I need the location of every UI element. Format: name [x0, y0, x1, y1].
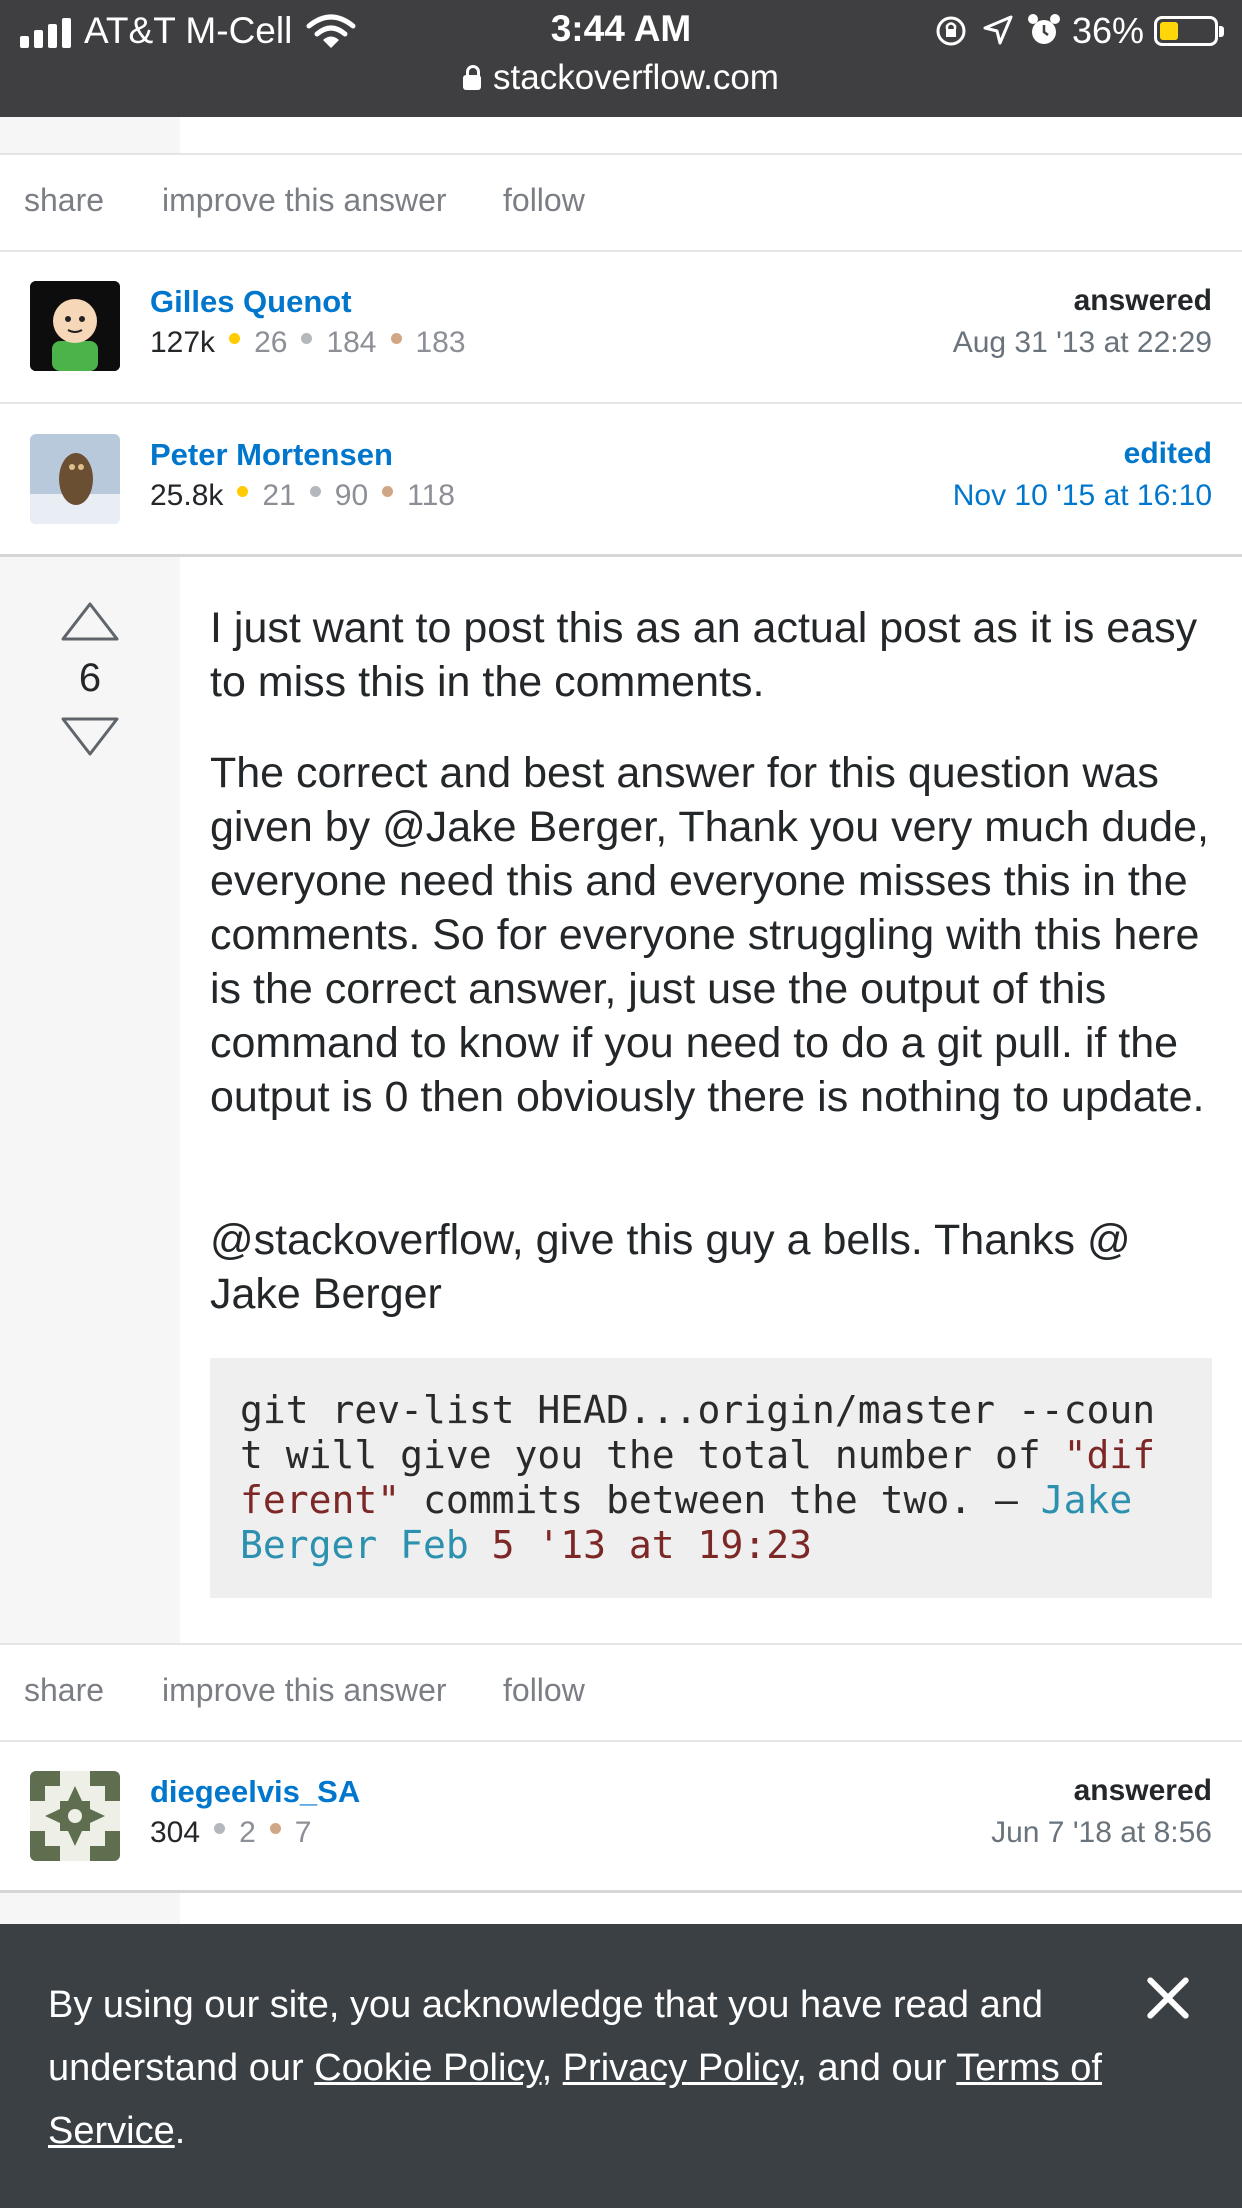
gold-badge-icon — [229, 333, 241, 344]
follow-link[interactable]: follow — [503, 1672, 585, 1709]
silver-badge-icon — [214, 1823, 226, 1834]
location-icon — [983, 15, 1013, 45]
reputation-score: 25.8k — [150, 479, 224, 512]
user-name-link[interactable]: Gilles Quenot — [150, 284, 352, 320]
battery-icon — [1154, 16, 1224, 46]
code-string: 5 '13 at 19:23 — [468, 1523, 812, 1567]
avatar-image — [30, 434, 120, 524]
divider — [0, 1740, 1242, 1742]
bronze-badge-count: 7 — [294, 1816, 312, 1849]
avatar[interactable] — [30, 434, 120, 524]
bronze-badge-count: 118 — [407, 479, 455, 512]
reputation-score: 127k — [150, 326, 216, 359]
code-keyword: Jake — [1040, 1478, 1133, 1522]
silver-badge-icon — [301, 333, 313, 344]
answer-separator — [0, 554, 1242, 557]
url-text: stackoverflow.com — [493, 58, 779, 97]
gold-badge-icon — [237, 486, 249, 497]
divider — [0, 1643, 1242, 1645]
silver-badge-count: 90 — [334, 479, 369, 512]
avatar-image — [30, 1771, 120, 1861]
downvote-arrow-icon[interactable] — [60, 716, 120, 758]
user-name-link[interactable]: diegeelvis_SA — [150, 1774, 360, 1810]
vote-column — [0, 117, 180, 153]
avatar-image — [30, 281, 120, 371]
user-name-link[interactable]: Peter Mortensen — [150, 437, 393, 473]
code-string: "dif — [1063, 1433, 1156, 1477]
bronze-badge-icon — [382, 486, 394, 497]
reputation-score: 304 — [150, 1816, 201, 1849]
cookie-notice: By using our site, you acknowledge that … — [48, 1974, 1128, 2163]
divider — [0, 402, 1242, 404]
lock-icon — [463, 65, 482, 90]
code-string: ferent" — [240, 1478, 401, 1522]
share-link[interactable]: share — [24, 1672, 104, 1709]
vote-column — [0, 1893, 180, 1924]
code-line: git rev-list HEAD...origin/master --coun — [240, 1388, 1156, 1432]
vote-count: 6 — [78, 656, 102, 700]
separator-text: , and our — [796, 2047, 957, 2089]
improve-answer-link[interactable]: improve this answer — [162, 182, 447, 219]
edited-time[interactable]: Nov 10 '15 at 16:10 — [953, 479, 1212, 513]
privacy-policy-link[interactable]: Privacy Policy — [563, 2047, 797, 2089]
gold-badge-count: 26 — [254, 326, 288, 359]
silver-badge-count: 184 — [326, 326, 377, 359]
upvote-arrow-icon[interactable] — [60, 600, 120, 642]
period-text: . — [174, 2110, 186, 2152]
share-link[interactable]: share — [24, 182, 104, 219]
bronze-badge-icon — [269, 1823, 281, 1834]
user-reputation: 304 2 7 — [150, 1816, 311, 1850]
answer-paragraph: I just want to post this as an actual po… — [210, 604, 1198, 706]
user-reputation: 127k 26 184 183 — [150, 326, 466, 360]
gold-badge-count: 21 — [262, 479, 296, 512]
user-reputation: 25.8k 21 90 118 — [150, 479, 455, 513]
silver-badge-count: 2 — [239, 1816, 256, 1849]
answer-separator — [0, 1890, 1242, 1893]
status-bar: AT&T M-Cell 3:44 AM stackoverflow.com 36… — [0, 0, 1242, 117]
alarm-icon — [1028, 14, 1060, 44]
silver-badge-icon — [309, 486, 321, 497]
improve-answer-link[interactable]: improve this answer — [162, 1672, 447, 1709]
answer-paragraph: @stackoverflow, give this guy a bells. T… — [210, 1216, 1131, 1318]
battery-percent: 36% — [1072, 10, 1145, 51]
action-time[interactable]: Aug 31 '13 at 22:29 — [953, 326, 1212, 360]
action-time[interactable]: Jun 7 '18 at 8:56 — [991, 1816, 1212, 1850]
follow-link[interactable]: follow — [503, 182, 585, 219]
edited-link[interactable]: edited — [1124, 437, 1212, 471]
action-verb: answered — [1073, 1774, 1212, 1807]
orientation-lock-icon — [936, 16, 966, 46]
code-block: git rev-list HEAD...origin/master --coun… — [210, 1358, 1212, 1598]
close-icon[interactable] — [1144, 1974, 1192, 2022]
address-bar[interactable]: stackoverflow.com — [0, 58, 1242, 98]
avatar[interactable] — [30, 1771, 120, 1861]
bronze-badge-count: 183 — [415, 326, 466, 359]
code-keyword: Berger Feb — [240, 1523, 469, 1567]
avatar[interactable] — [30, 281, 120, 371]
separator-text: , — [541, 2047, 563, 2089]
answer-paragraph: The correct and best answer for this que… — [210, 749, 1209, 1121]
divider — [0, 250, 1242, 252]
code-line: t will give you the total number of — [240, 1433, 1064, 1477]
code-line: commits between the two. — — [400, 1478, 1041, 1522]
action-verb: answered — [1073, 284, 1212, 317]
cookie-policy-link[interactable]: Cookie Policy — [314, 2047, 541, 2089]
bronze-badge-icon — [390, 333, 402, 344]
divider — [0, 153, 1242, 155]
